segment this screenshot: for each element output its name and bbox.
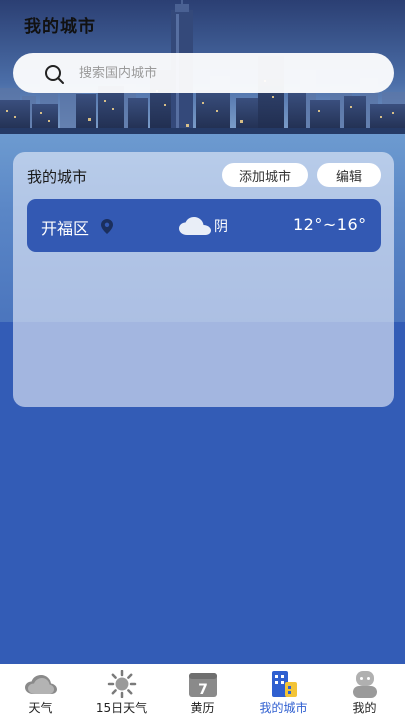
calendar-day: 7 xyxy=(198,682,208,698)
bottom-tab-bar: 天气 15日天气 7 黄历 我的城市 我的 xyxy=(0,664,405,720)
city-row[interactable]: 开福区 阴 12°~16° xyxy=(27,199,381,252)
tab-label: 天气 xyxy=(28,701,53,715)
my-cities-card: 我的城市 添加城市 编辑 开福区 阴 12°~16° xyxy=(13,152,394,407)
cloud-icon xyxy=(179,217,211,235)
edit-button[interactable]: 编辑 xyxy=(317,163,381,187)
city-name: 开福区 xyxy=(41,219,90,238)
sun-icon xyxy=(107,670,136,698)
tab-label: 15日天气 xyxy=(95,701,148,715)
buildings-icon xyxy=(271,671,297,697)
add-city-button[interactable]: 添加城市 xyxy=(222,163,308,187)
cloud-icon xyxy=(24,675,57,694)
tab-15-day-weather[interactable]: 15日天气 xyxy=(81,664,162,720)
card-title: 我的城市 xyxy=(27,168,88,186)
user-icon xyxy=(352,671,377,698)
calendar-icon: 7 xyxy=(188,673,217,698)
temperature-range: 12°~16° xyxy=(293,215,367,234)
tab-label: 我的 xyxy=(352,701,377,715)
page-title: 我的城市 xyxy=(24,17,96,37)
search-input[interactable] xyxy=(79,53,379,93)
search-bar[interactable] xyxy=(13,53,394,93)
tab-weather[interactable]: 天气 xyxy=(0,664,81,720)
tab-me[interactable]: 我的 xyxy=(324,664,405,720)
weather-condition: 阴 xyxy=(214,219,228,235)
tab-almanac[interactable]: 7 黄历 xyxy=(162,664,243,720)
tab-label: 我的城市 xyxy=(259,701,308,715)
location-pin-icon xyxy=(101,219,113,234)
tab-my-cities[interactable]: 我的城市 xyxy=(243,664,324,720)
search-icon xyxy=(45,65,64,84)
tab-label: 黄历 xyxy=(190,701,215,715)
